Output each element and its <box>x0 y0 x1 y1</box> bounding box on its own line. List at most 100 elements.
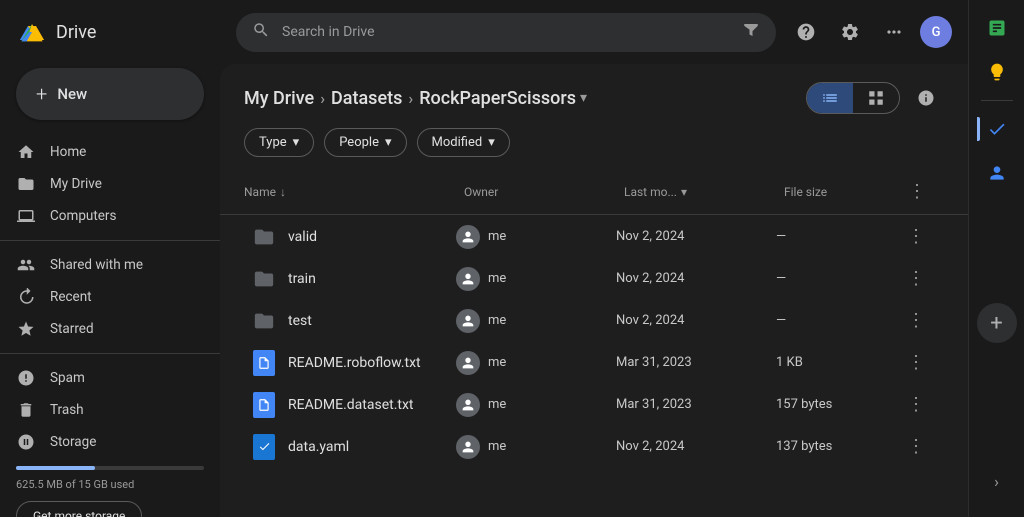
avatar[interactable]: G <box>920 16 952 48</box>
type-filter-button[interactable]: Type ▾ <box>244 128 314 157</box>
new-button-icon: + <box>36 82 47 106</box>
folder-icon <box>252 309 276 333</box>
sidebar-item-starred[interactable]: Starred <box>0 313 204 345</box>
size-cell: — <box>776 271 896 286</box>
modified-sort-icon: ▾ <box>681 185 687 199</box>
file-table: Name ↓ Owner Last mo... ▾ File size ⋮ <box>220 169 968 517</box>
filter-row: Type ▾ People ▾ Modified ▾ <box>220 128 968 169</box>
shared-icon <box>16 255 36 275</box>
sidebar-item-trash[interactable]: Trash <box>0 394 204 426</box>
table-row[interactable]: data.yaml me Nov 2, 2024 137 bytes ⋮ <box>228 426 960 467</box>
help-button[interactable] <box>788 14 824 50</box>
topbar: G <box>220 0 968 64</box>
row-more-button[interactable]: ⋮ <box>896 306 936 335</box>
modified-filter-button[interactable]: Modified ▾ <box>417 128 510 157</box>
sidebar-item-shared[interactable]: Shared with me <box>0 249 204 281</box>
owner-cell: me <box>456 309 616 333</box>
size-cell: 157 bytes <box>776 397 896 412</box>
breadcrumb-current-label: RockPaperScissors <box>419 88 576 109</box>
row-more-button[interactable]: ⋮ <box>896 348 936 377</box>
sheets-app-icon[interactable] <box>977 8 1017 48</box>
recent-icon <box>16 287 36 307</box>
app-logo[interactable]: Drive <box>0 8 220 64</box>
breadcrumb-datasets[interactable]: Datasets <box>331 88 402 109</box>
row-more-button[interactable]: ⋮ <box>896 390 936 419</box>
sidebar-item-my-drive-label: My Drive <box>50 176 102 192</box>
row-more-button[interactable]: ⋮ <box>896 222 936 251</box>
owner-cell: me <box>456 393 616 417</box>
people-filter-chevron-icon: ▾ <box>385 135 392 150</box>
search-filter-icon[interactable] <box>742 21 760 43</box>
sidebar-item-home[interactable]: Home <box>0 136 204 168</box>
owner-avatar <box>456 225 480 249</box>
file-name-cell: README.dataset.txt <box>252 393 456 417</box>
table-row[interactable]: valid me Nov 2, 2024 — ⋮ <box>228 216 960 257</box>
trash-icon <box>16 400 36 420</box>
contacts-app-icon[interactable] <box>977 153 1017 193</box>
size-cell: 1 KB <box>776 355 896 370</box>
add-app-button[interactable]: + <box>977 303 1017 343</box>
sidebar-item-spam[interactable]: Spam <box>0 362 204 394</box>
sidebar-item-spam-label: Spam <box>50 370 85 386</box>
storage-bar-background <box>16 466 204 470</box>
name-sort-icon: ↓ <box>280 185 286 199</box>
sidebar-item-computers[interactable]: Computers <box>0 200 204 232</box>
header-modified[interactable]: Last mo... ▾ <box>624 177 784 206</box>
expand-panel-button[interactable]: › <box>977 461 1017 501</box>
computers-icon <box>16 206 36 226</box>
yaml-file-icon <box>252 435 276 459</box>
chevron-down-icon: ▾ <box>580 90 587 106</box>
info-button[interactable] <box>908 80 944 116</box>
size-cell: 137 bytes <box>776 439 896 454</box>
settings-button[interactable] <box>832 14 868 50</box>
size-cell: — <box>776 313 896 328</box>
sidebar-nav: Home My Drive Computers Shared with me <box>0 136 220 458</box>
breadcrumb-current[interactable]: RockPaperScissors ▾ <box>419 88 587 109</box>
search-input[interactable] <box>282 24 730 40</box>
search-icon <box>252 21 270 44</box>
storage-icon <box>16 432 36 452</box>
sidebar-item-my-drive[interactable]: My Drive <box>0 168 204 200</box>
table-row[interactable]: README.dataset.txt me Mar 31, 2023 157 b… <box>228 384 960 425</box>
get-more-storage-button[interactable]: Get more storage <box>16 501 142 517</box>
type-filter-chevron-icon: ▾ <box>293 135 300 150</box>
tasks-app-icon[interactable] <box>977 109 1017 149</box>
date-cell: Mar 31, 2023 <box>616 397 776 412</box>
file-name-cell: train <box>252 267 456 291</box>
header-filesize: File size <box>784 177 904 206</box>
owner-cell: me <box>456 351 616 375</box>
file-name: README.dataset.txt <box>288 397 414 413</box>
people-filter-button[interactable]: People ▾ <box>324 128 406 157</box>
sidebar-item-recent[interactable]: Recent <box>0 281 204 313</box>
table-row[interactable]: README.roboflow.txt me Mar 31, 2023 1 KB… <box>228 342 960 383</box>
owner-cell: me <box>456 435 616 459</box>
owner-avatar <box>456 435 480 459</box>
header-more-button[interactable]: ⋮ <box>904 177 930 206</box>
people-filter-label: People <box>339 135 379 150</box>
owner-name: me <box>488 355 506 370</box>
owner-name: me <box>488 313 506 328</box>
starred-icon <box>16 319 36 339</box>
sidebar-item-trash-label: Trash <box>50 402 84 418</box>
apps-button[interactable] <box>876 14 912 50</box>
table-row[interactable]: test me Nov 2, 2024 — ⋮ <box>228 300 960 341</box>
topbar-icons: G <box>788 14 952 50</box>
row-more-button[interactable]: ⋮ <box>896 264 936 293</box>
folder-icon <box>252 225 276 249</box>
file-name-cell: valid <box>252 225 456 249</box>
owner-avatar <box>456 267 480 291</box>
date-cell: Nov 2, 2024 <box>616 271 776 286</box>
search-bar[interactable] <box>236 13 776 52</box>
grid-view-button[interactable] <box>853 83 899 113</box>
new-button[interactable]: + New <box>16 68 204 120</box>
keep-app-icon[interactable] <box>977 52 1017 92</box>
breadcrumb-my-drive[interactable]: My Drive <box>244 88 314 109</box>
new-button-label: New <box>57 85 87 103</box>
sidebar-item-recent-label: Recent <box>50 289 92 305</box>
list-view-button[interactable] <box>807 83 853 113</box>
txt-file-icon <box>252 393 276 417</box>
header-name[interactable]: Name ↓ <box>244 177 464 206</box>
table-row[interactable]: train me Nov 2, 2024 — ⋮ <box>228 258 960 299</box>
sidebar-item-storage[interactable]: Storage <box>0 426 204 458</box>
row-more-button[interactable]: ⋮ <box>896 432 936 461</box>
